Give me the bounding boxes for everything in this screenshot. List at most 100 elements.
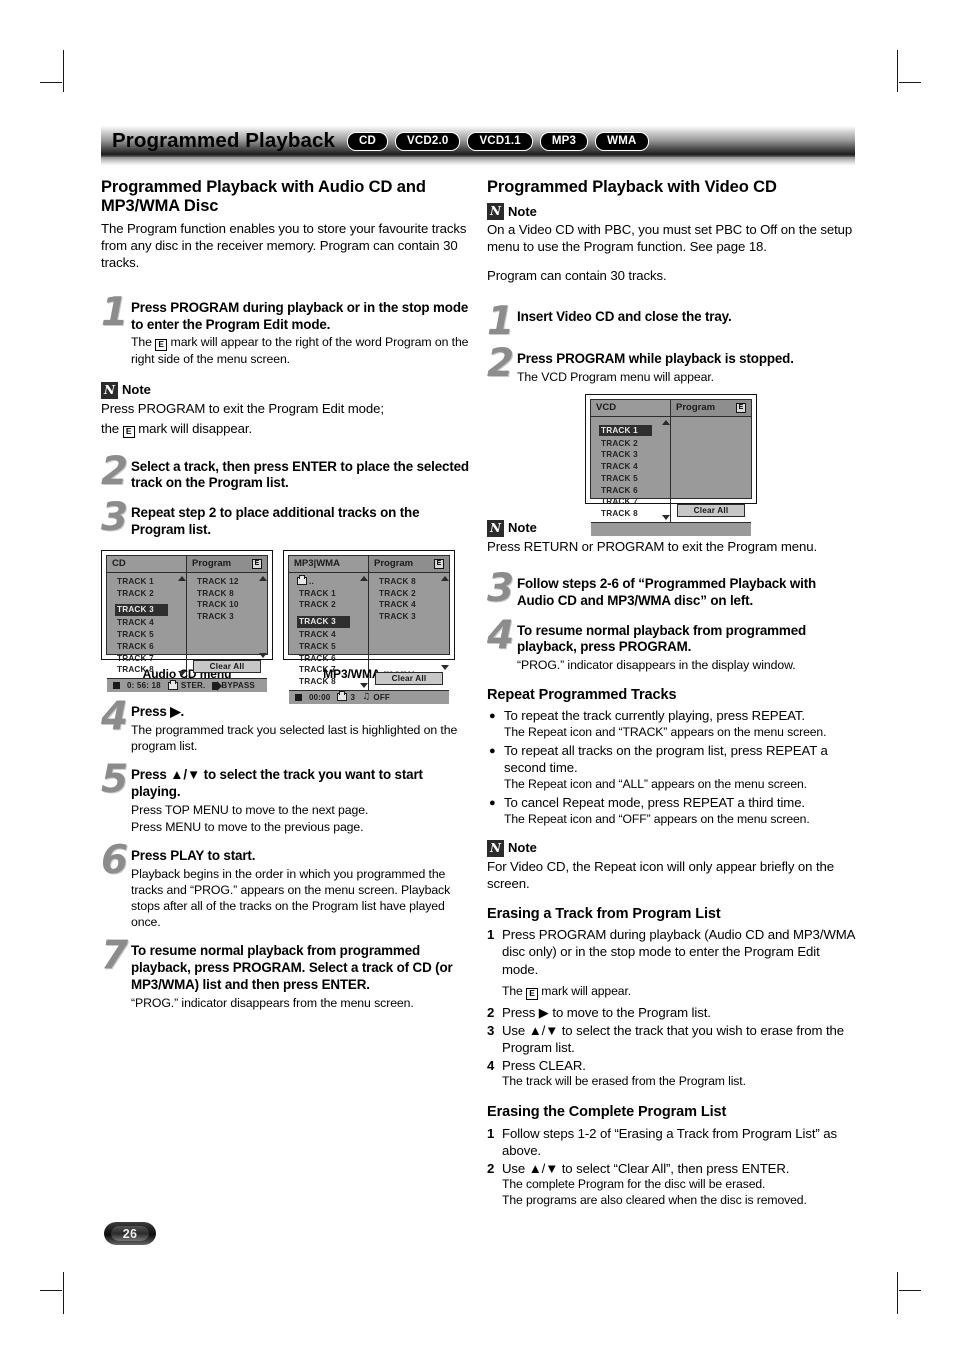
repeat-bullet-list: ● To repeat the track currently playing,… [487,708,855,828]
item-number: 4 [487,1058,495,1074]
scroll-down-arrow-icon[interactable] [441,664,449,670]
scroll-up-arrow-icon[interactable] [259,576,267,582]
track-item[interactable]: TRACK 1 [297,588,359,600]
track-item[interactable]: TRACK 1 [115,576,177,588]
track-item[interactable]: TRACK 2 [115,588,177,600]
program-track-item[interactable]: TRACK 8 [195,588,258,600]
item-number: 2 [487,1160,495,1176]
scroll-up-arrow-icon[interactable] [178,576,186,582]
track-item[interactable]: TRACK 5 [599,473,661,485]
repeat-icon: ♫ [362,692,371,703]
track-item[interactable]: TRACK 2 [599,438,661,450]
clear-all-button[interactable]: Clear All [676,503,746,517]
track-item-selected[interactable]: TRACK 1 [599,424,652,437]
program-track-item[interactable]: TRACK 8 [377,576,440,588]
edit-mark-icon: E [252,559,262,570]
note-icon: N [487,203,504,221]
track-item[interactable]: TRACK 7 [599,496,661,508]
folder-icon [297,575,307,586]
track-item[interactable]: TRACK 7 [115,653,177,665]
track-item[interactable]: TRACK 6 [297,653,359,665]
cd-program-scrollbar[interactable] [258,576,267,659]
track-item[interactable]: TRACK 7 [297,664,359,676]
step-number: 2 [101,448,128,494]
note-label: Note [508,520,537,536]
note-line-1: Press PROGRAM to exit the Program Edit m… [101,400,384,416]
step-title: To resume normal playback from programme… [517,622,807,655]
cd-source-scrollbar[interactable] [177,576,186,677]
track-item-selected[interactable]: TRACK 3 [115,604,168,617]
program-track-item[interactable]: TRACK 3 [377,611,440,623]
erase-track-title: Erasing a Track from Program List [487,905,721,922]
numbered-item: 1 Press PROGRAM during playback (Audio C… [487,926,855,977]
note-text: Press RETURN or PROGRAM to exit the Prog… [487,538,818,554]
track-item[interactable]: TRACK 4 [115,617,177,629]
cd-menu-program-header: Program E [187,556,267,574]
parent-folder-item[interactable]: .. [297,575,359,588]
scroll-up-arrow-icon[interactable] [360,576,368,582]
program-track-item[interactable]: TRACK 12 [195,576,258,588]
vcd-menu-program-header: Program E [671,399,751,417]
left-section-title: Programmed Playback with Audio CD and MP… [101,178,426,216]
right-program-limit: Program can contain 30 tracks. [487,268,667,284]
clear-all-button[interactable]: Clear All [374,671,444,685]
scroll-down-arrow-icon[interactable] [178,671,186,677]
scroll-down-arrow-icon[interactable] [259,653,267,659]
step-desc-part-a: The [131,335,152,350]
left-step-2: 2 Select a track, then press ENTER to pl… [101,448,469,494]
track-item[interactable]: TRACK 4 [297,629,359,641]
step-number: 3 [487,565,514,611]
step-description: “PROG.” indicator disappears from the me… [131,996,414,1011]
mp3-wma-menu-screenshot: MP3|WMA .. TRACK 1 TRACK 2 TRACK 3 TRACK… [283,550,455,704]
scroll-up-arrow-icon[interactable] [441,576,449,582]
track-item[interactable]: TRACK 8 [115,664,177,676]
badge-vcd11: VCD1.1 [467,131,533,152]
vcd-menu-screenshot: VCD TRACK 1 TRACK 2 TRACK 3 TRACK 4 TRAC… [585,393,757,536]
program-track-item[interactable]: TRACK 3 [195,611,258,623]
mp3-program-scrollbar[interactable] [440,576,449,670]
folder-icon [337,691,348,702]
track-item[interactable]: TRACK 5 [115,629,177,641]
track-item[interactable]: TRACK 8 [599,508,661,520]
step-title: Insert Video CD and close the tray. [517,309,732,325]
item-number: 3 [487,1022,495,1038]
track-item[interactable]: TRACK 6 [115,641,177,653]
item-text: Press ▶ to move to the Program list. [502,1004,711,1020]
clear-all-button[interactable]: Clear All [192,660,262,674]
step-number: 1 [101,289,128,335]
step-number: 5 [101,757,128,803]
mp3-source-scrollbar[interactable] [359,576,368,688]
vcd-menu-program-title: Program [676,401,716,413]
step-title: Follow steps 2-6 of “Programmed Playback… [517,575,817,608]
mp3-menu-program-title: Program [374,558,414,570]
scroll-up-arrow-icon[interactable] [662,419,670,425]
track-item[interactable]: TRACK 3 [599,449,661,461]
page-content: Programmed Playback CD VCD2.0 VCD1.1 MP3… [101,126,855,1209]
note-text: For Video CD, the Repeat icon will only … [487,858,834,891]
program-track-item[interactable]: TRACK 4 [377,599,440,611]
step-description-line-1: Press TOP MENU to move to the next page. [131,803,369,818]
step-title: Select a track, then press ENTER to plac… [131,458,469,491]
track-item[interactable]: TRACK 8 [297,676,359,688]
item-number: 1 [487,1125,495,1141]
track-item[interactable]: TRACK 5 [297,641,359,653]
right-section-title: Programmed Playback with Video CD [487,178,777,196]
step-number: 3 [101,495,128,541]
mp3-menu-source-header: MP3|WMA [289,556,368,574]
repeat-mode-label: OFF [373,692,391,702]
crop-mark-top-left-horizontal [40,82,62,83]
program-track-item[interactable]: TRACK 10 [195,599,258,611]
folder-count: 3 [350,692,356,702]
program-track-item[interactable]: TRACK 2 [377,588,440,600]
edit-mark-icon: E [736,402,746,413]
scroll-down-arrow-icon[interactable] [662,514,670,520]
bullet-sub-text: The Repeat icon and “TRACK” appears on t… [504,724,827,739]
vcd-source-scrollbar[interactable] [661,419,670,520]
scroll-down-arrow-icon[interactable] [360,682,368,688]
track-item[interactable]: TRACK 4 [599,461,661,473]
track-item-selected[interactable]: TRACK 3 [297,616,350,628]
track-item[interactable]: TRACK 2 [297,599,359,611]
mp3-program-track-list: TRACK 8 TRACK 2 TRACK 4 TRACK 3 [369,576,440,670]
track-item[interactable]: TRACK 6 [599,485,661,497]
step-number: 1 [487,299,514,345]
